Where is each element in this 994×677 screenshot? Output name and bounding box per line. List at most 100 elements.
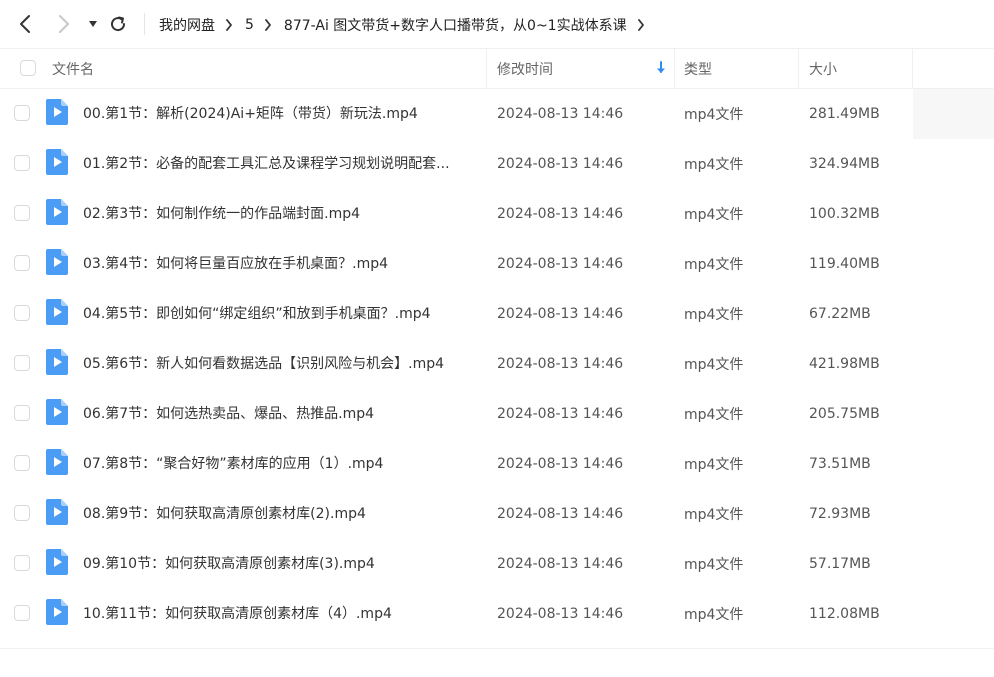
file-name[interactable]: 07.第8节：“聚合好物”素材库的应用（1）.mp4 <box>83 439 475 489</box>
file-type: mp4文件 <box>684 407 744 423</box>
file-type: mp4文件 <box>684 357 744 373</box>
file-type: mp4文件 <box>684 107 744 123</box>
file-row[interactable]: 05.第6节：新人如何看数据选品【识别风险与机会】.mp4 2024-08-13… <box>0 339 994 389</box>
breadcrumb-item-folder[interactable]: 5 <box>245 17 254 33</box>
file-row[interactable]: 10.第11节：如何获取高清原创素材库（4）.mp4 2024-08-13 14… <box>0 589 994 639</box>
file-name[interactable]: 09.第10节：如何获取高清原创素材库(3).mp4 <box>83 539 475 589</box>
file-size: 57.17MB <box>809 556 871 572</box>
file-name[interactable]: 03.第4节：如何将巨量百应放在手机桌面？.mp4 <box>83 239 475 289</box>
file-type: mp4文件 <box>684 507 744 523</box>
list-bottom-divider <box>0 648 994 649</box>
file-name[interactable]: 01.第2节：必备的配套工具汇总及课程学习规划说明配套... <box>83 139 475 189</box>
file-size: 72.93MB <box>809 506 871 522</box>
back-button[interactable] <box>13 12 37 36</box>
file-row[interactable]: 02.第3节：如何制作统一的作品端封面.mp4 2024-08-13 14:46… <box>0 189 994 239</box>
file-type: mp4文件 <box>684 157 744 173</box>
file-mtime: 2024-08-13 14:46 <box>497 406 624 422</box>
file-row[interactable]: 03.第4节：如何将巨量百应放在手机桌面？.mp4 2024-08-13 14:… <box>0 239 994 289</box>
row-checkbox[interactable] <box>14 355 30 371</box>
video-file-icon <box>46 599 68 625</box>
chevron-left-icon <box>20 15 30 33</box>
file-name[interactable]: 00.第1节：解析(2024)Ai+矩阵（带货）新玩法.mp4 <box>83 89 475 139</box>
video-file-icon <box>46 349 68 375</box>
video-file-icon <box>46 499 68 525</box>
select-all-checkbox[interactable] <box>20 60 36 76</box>
row-checkbox[interactable] <box>14 455 30 471</box>
file-mtime: 2024-08-13 14:46 <box>497 206 624 222</box>
chevron-right-icon <box>225 18 233 31</box>
column-header-size[interactable]: 大小 <box>809 49 837 89</box>
column-divider <box>912 49 913 89</box>
file-mtime: 2024-08-13 14:46 <box>497 506 624 522</box>
column-divider <box>674 49 675 89</box>
file-row[interactable]: 07.第8节：“聚合好物”素材库的应用（1）.mp4 2024-08-13 14… <box>0 439 994 489</box>
video-file-icon <box>46 399 68 425</box>
file-mtime: 2024-08-13 14:46 <box>497 456 624 472</box>
row-checkbox[interactable] <box>14 605 30 621</box>
file-size: 73.51MB <box>809 456 871 472</box>
caret-down-icon <box>89 21 97 27</box>
row-checkbox[interactable] <box>14 555 30 571</box>
toolbar-divider <box>144 13 145 35</box>
file-mtime: 2024-08-13 14:46 <box>497 556 624 572</box>
forward-button[interactable] <box>52 12 76 36</box>
video-file-icon <box>46 249 68 275</box>
history-dropdown-button[interactable] <box>81 12 105 36</box>
column-header-mtime[interactable]: 修改时间 <box>497 49 553 89</box>
arrow-down-icon[interactable] <box>655 61 667 75</box>
row-checkbox[interactable] <box>14 205 30 221</box>
file-mtime: 2024-08-13 14:46 <box>497 606 624 622</box>
file-type: mp4文件 <box>684 207 744 223</box>
video-file-icon <box>46 299 68 325</box>
row-checkbox[interactable] <box>14 105 30 121</box>
file-type: mp4文件 <box>684 257 744 273</box>
row-checkbox[interactable] <box>14 505 30 521</box>
breadcrumb-item-root[interactable]: 我的网盘 <box>159 15 215 35</box>
file-name[interactable]: 05.第6节：新人如何看数据选品【识别风险与机会】.mp4 <box>83 339 475 389</box>
file-mtime: 2024-08-13 14:46 <box>497 356 624 372</box>
file-name[interactable]: 10.第11节：如何获取高清原创素材库（4）.mp4 <box>83 589 475 639</box>
row-checkbox[interactable] <box>14 405 30 421</box>
file-size: 67.22MB <box>809 306 871 322</box>
chevron-right-icon <box>59 15 69 33</box>
video-file-icon <box>46 549 68 575</box>
file-row[interactable]: 01.第2节：必备的配套工具汇总及课程学习规划说明配套... 2024-08-1… <box>0 139 994 189</box>
breadcrumb: 我的网盘 5 877-Ai 图文带货+数字人口播带货，从0~1实战体系课 <box>159 0 657 49</box>
file-mtime: 2024-08-13 14:46 <box>497 156 624 172</box>
column-divider <box>798 49 799 89</box>
file-type: mp4文件 <box>684 457 744 473</box>
refresh-button[interactable] <box>106 12 130 36</box>
file-name[interactable]: 02.第3节：如何制作统一的作品端封面.mp4 <box>83 189 475 239</box>
file-row[interactable]: 06.第7节：如何选热卖品、爆品、热推品.mp4 2024-08-13 14:4… <box>0 389 994 439</box>
video-file-icon <box>46 449 68 475</box>
file-mtime: 2024-08-13 14:46 <box>497 306 624 322</box>
file-size: 205.75MB <box>809 406 880 422</box>
file-row[interactable]: 09.第10节：如何获取高清原创素材库(3).mp4 2024-08-13 14… <box>0 539 994 589</box>
file-size: 119.40MB <box>809 256 880 272</box>
refresh-icon <box>111 16 126 32</box>
chevron-right-icon <box>637 18 645 31</box>
column-header-name[interactable]: 文件名 <box>52 49 94 89</box>
toolbar: 我的网盘 5 877-Ai 图文带货+数字人口播带货，从0~1实战体系课 <box>0 0 994 49</box>
file-size: 324.94MB <box>809 156 880 172</box>
file-row[interactable]: 08.第9节：如何获取高清原创素材库(2).mp4 2024-08-13 14:… <box>0 489 994 539</box>
column-header-type[interactable]: 类型 <box>684 49 712 89</box>
row-checkbox[interactable] <box>14 155 30 171</box>
file-size: 112.08MB <box>809 606 880 622</box>
row-checkbox[interactable] <box>14 305 30 321</box>
file-list-header: 文件名 修改时间 类型 大小 <box>0 49 994 89</box>
file-mtime: 2024-08-13 14:46 <box>497 106 624 122</box>
file-row[interactable]: 04.第5节：即创如何“绑定组织”和放到手机桌面？.mp4 2024-08-13… <box>0 289 994 339</box>
file-name[interactable]: 04.第5节：即创如何“绑定组织”和放到手机桌面？.mp4 <box>83 289 475 339</box>
file-type: mp4文件 <box>684 607 744 623</box>
file-type: mp4文件 <box>684 307 744 323</box>
file-name[interactable]: 08.第9节：如何获取高清原创素材库(2).mp4 <box>83 489 475 539</box>
row-checkbox[interactable] <box>14 255 30 271</box>
file-row[interactable]: 00.第1节：解析(2024)Ai+矩阵（带货）新玩法.mp4 2024-08-… <box>0 89 994 139</box>
file-size: 421.98MB <box>809 356 880 372</box>
column-divider <box>486 49 487 89</box>
video-file-icon <box>46 99 68 125</box>
file-name[interactable]: 06.第7节：如何选热卖品、爆品、热推品.mp4 <box>83 389 475 439</box>
breadcrumb-item-current[interactable]: 877-Ai 图文带货+数字人口播带货，从0~1实战体系课 <box>284 15 627 35</box>
row-hover-highlight <box>913 89 994 139</box>
